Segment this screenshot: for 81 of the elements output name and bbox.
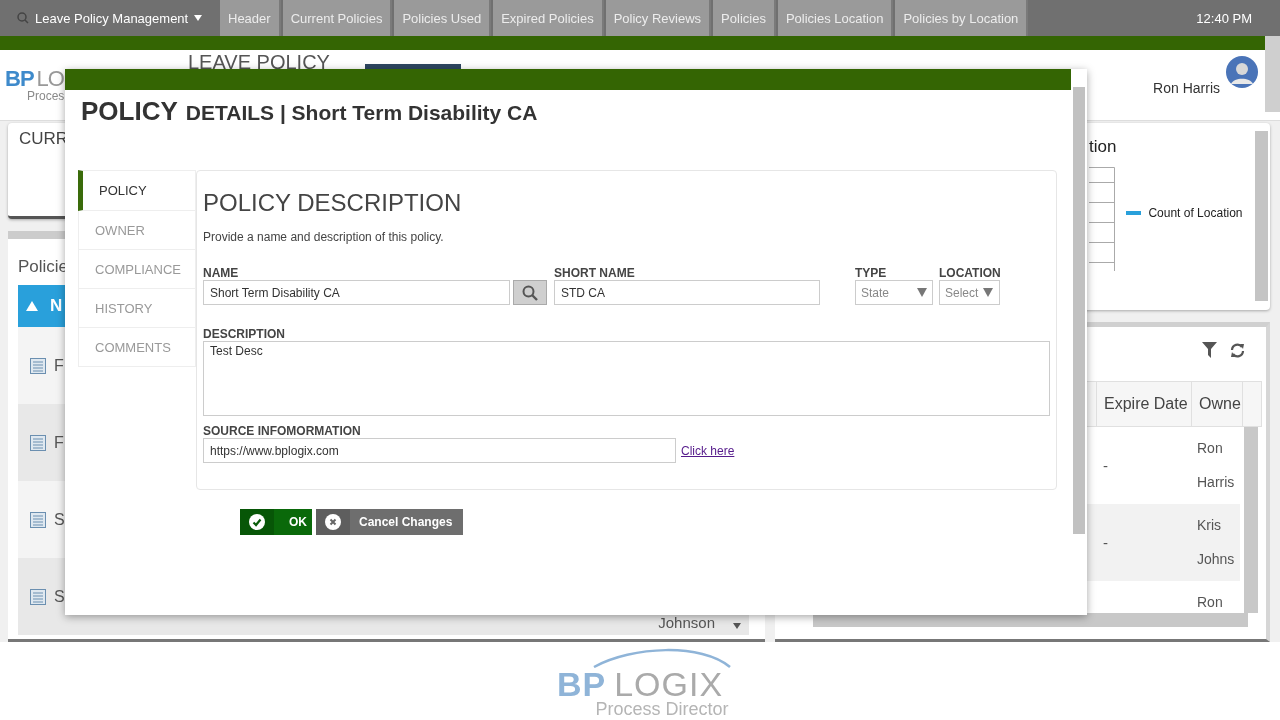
- side-tab[interactable]: COMPLIANCE: [78, 250, 196, 289]
- scrollbar[interactable]: [1073, 87, 1085, 534]
- check-icon: [249, 514, 265, 530]
- table-cell: Johnson: [658, 614, 715, 631]
- scroll-down-icon: [733, 623, 741, 629]
- side-tab[interactable]: COMMENTS: [78, 328, 196, 367]
- refresh-icon: [1229, 342, 1246, 359]
- column-header[interactable]: Expire Date: [1097, 382, 1192, 426]
- search-icon: [17, 12, 29, 24]
- logo-text: LOGIX: [614, 665, 724, 703]
- nav-tab[interactable]: Policies Used: [394, 0, 492, 36]
- dropdown-arrow-icon: [983, 288, 993, 297]
- dropdown[interactable]: Select: [939, 280, 1000, 305]
- sort-up-icon: [26, 301, 38, 311]
- table-cell: F: [54, 433, 64, 452]
- side-tab[interactable]: HISTORY: [78, 289, 196, 328]
- page-title: LEAVE POLICY: [188, 53, 330, 71]
- column-header[interactable]: Owne: [1192, 382, 1243, 426]
- nav-tab[interactable]: Header: [220, 0, 281, 36]
- field-label: NAME: [203, 266, 240, 280]
- nav-tab[interactable]: Policies: [713, 0, 776, 36]
- table-cell: -: [1103, 457, 1108, 474]
- caret-icon: [194, 15, 203, 21]
- clock-time: 12:40 PM: [1196, 9, 1253, 28]
- side-tab[interactable]: POLICY: [78, 170, 196, 211]
- table-cell: S: [54, 587, 65, 606]
- nav-tab[interactable]: Current Policies: [282, 0, 393, 36]
- side-tab[interactable]: OWNER: [78, 211, 196, 250]
- dialog-title: POLICY: [81, 96, 178, 127]
- list-icon: [30, 434, 46, 451]
- table-cell-text: Ron Harris: [1197, 439, 1236, 492]
- filter-icon: [1202, 342, 1217, 358]
- dropdown-arrow-icon: [917, 288, 927, 297]
- section-title: POLICY DESCRIPTION: [203, 189, 463, 217]
- text-area[interactable]: Test Desc: [203, 341, 1050, 416]
- input-field[interactable]: https://www.bplogix.com: [203, 438, 676, 463]
- nav-tab[interactable]: Policy Reviews: [605, 0, 712, 36]
- nav-tab[interactable]: Policies Location: [777, 0, 894, 36]
- logo-text: BP: [556, 665, 607, 703]
- table-cell-text: Ron: [1197, 593, 1224, 612]
- input-field[interactable]: Short Term Disability CA: [203, 280, 510, 305]
- scrollbar[interactable]: [1255, 131, 1268, 301]
- search-icon: [522, 284, 538, 301]
- ok-button[interactable]: OK: [240, 509, 312, 535]
- app-menu[interactable]: Leave Policy Management: [0, 0, 218, 36]
- link[interactable]: Click here: [681, 443, 735, 458]
- list-icon: [30, 357, 46, 374]
- field-label: SHORT NAME: [554, 266, 636, 280]
- logo-arc-icon: [592, 646, 732, 668]
- scrollbar[interactable]: [1265, 36, 1280, 112]
- panel-title: Policie: [18, 256, 69, 278]
- nav-tab[interactable]: Policies by Location: [895, 0, 1029, 36]
- intro-text: Provide a name and description of this policy.: [203, 230, 445, 244]
- table-cell-text: Kris Johns: [1197, 516, 1236, 569]
- chart-title: tion: [1089, 137, 1117, 157]
- search-button[interactable]: [513, 280, 547, 305]
- close-icon: [325, 514, 341, 530]
- list-icon: [30, 511, 46, 528]
- field-label: LOCATION: [939, 266, 1001, 280]
- scrollbar[interactable]: [1244, 427, 1258, 613]
- user-name[interactable]: Ron Harris: [1153, 80, 1220, 96]
- field-label: TYPE: [855, 266, 888, 280]
- avatar-icon: [1226, 56, 1258, 88]
- nav-tab[interactable]: Expired Policies: [493, 0, 604, 36]
- logo-subtitle: Process Director: [595, 700, 729, 718]
- table-cell: -: [1103, 534, 1108, 551]
- input-field[interactable]: STD CA: [554, 280, 820, 305]
- dropdown[interactable]: State: [855, 280, 933, 305]
- scrollbar[interactable]: [813, 613, 1248, 627]
- list-icon: [30, 588, 46, 605]
- field-label: SOURCE INFOMORMATION: [203, 424, 362, 438]
- legend-label: Count of Location: [1148, 206, 1243, 220]
- column-header: N: [50, 296, 63, 316]
- cancel-button[interactable]: Cancel Changes: [316, 509, 463, 535]
- logo-subtitle: Proces: [27, 90, 65, 102]
- logo-text: LO: [36, 68, 64, 91]
- dialog-title: DETAILS | Short Term Disability CA: [185, 101, 538, 125]
- table-cell: S: [54, 510, 65, 529]
- table-cell: F: [54, 356, 64, 375]
- logo-text: BP: [5, 68, 34, 91]
- field-label: DESCRIPTION: [203, 327, 286, 341]
